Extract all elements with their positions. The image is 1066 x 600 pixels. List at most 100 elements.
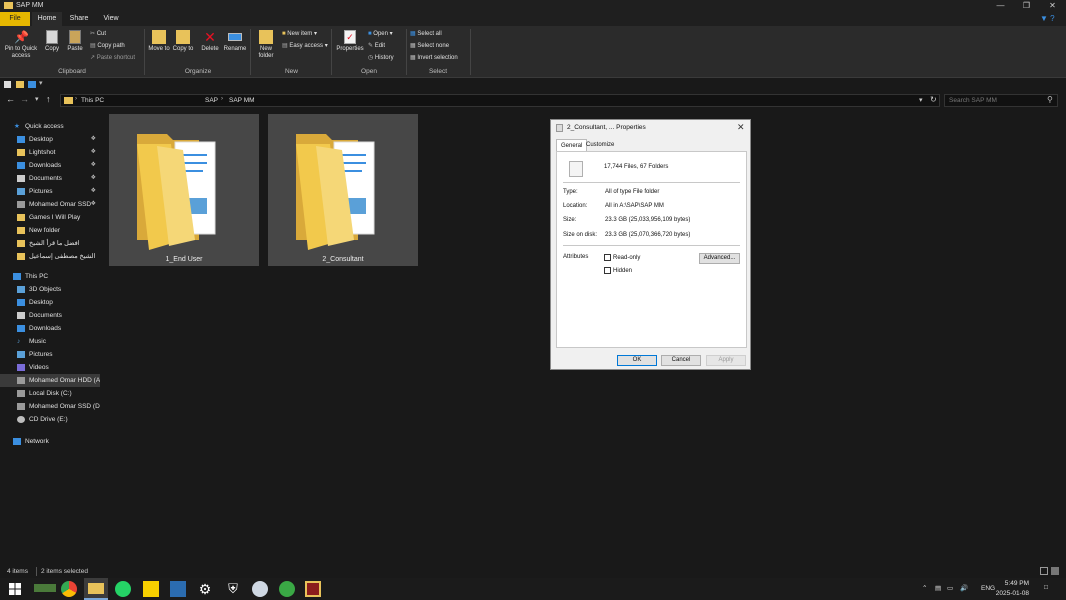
folder-tile-consultant[interactable]: 2_Consultant (268, 114, 418, 266)
details-view-icon[interactable] (1040, 567, 1048, 575)
tab-customize[interactable]: Customize (582, 139, 618, 151)
cut-button[interactable]: ✂ Cut (90, 30, 106, 37)
chevron-up-icon[interactable]: ⌃ (922, 584, 927, 592)
whatsapp-icon[interactable] (115, 581, 131, 597)
network-tray-icon[interactable]: ▤ (935, 584, 941, 592)
breadcrumb-sap-mm[interactable]: SAP MM (229, 97, 255, 104)
copy-button[interactable]: Copy (42, 30, 62, 53)
nav-item-3d-objects[interactable]: 3D Objects (0, 283, 100, 296)
nav-item-pc-pictures[interactable]: Pictures (0, 348, 100, 361)
nav-item-ssd[interactable]: Mohamed Omar SSD ❖ (0, 198, 100, 211)
apply-button[interactable]: Apply (706, 355, 746, 366)
nav-item-pc-documents[interactable]: Documents (0, 309, 100, 322)
advanced-button[interactable]: Advanced... (699, 253, 740, 264)
nav-item-hdd-a[interactable]: Mohamed Omar HDD (A:) (0, 374, 100, 387)
recent-dropdown-icon[interactable]: ▾ (35, 95, 39, 103)
file-explorer-taskbar-button[interactable] (84, 578, 108, 600)
cancel-button[interactable]: Cancel (661, 355, 701, 366)
close-button[interactable]: ✕ (1040, 0, 1065, 12)
document-icon[interactable] (4, 81, 11, 88)
paste-shortcut-button[interactable]: ↗ Paste shortcut (90, 54, 135, 61)
new-folder-button[interactable]: New folder (254, 30, 278, 60)
back-arrow-icon[interactable]: ← (6, 94, 15, 104)
nav-item-pc-desktop[interactable]: Desktop (0, 296, 100, 309)
select-all-button[interactable]: ▦ Select all (410, 30, 442, 37)
hidden-checkbox[interactable] (604, 267, 611, 274)
nav-item-arabic-2[interactable]: الشيخ مصطفى إسماعيل (0, 250, 100, 263)
nav-network[interactable]: Network (0, 435, 100, 448)
pin-to-quick-access-button[interactable]: 📌 Pin to Quick access (2, 30, 40, 60)
copy-path-button[interactable]: ▤ Copy path (90, 42, 125, 49)
battery-icon[interactable]: ▭ (947, 584, 953, 592)
app-icon[interactable] (279, 581, 295, 597)
nav-item-documents[interactable]: Documents ❖ (0, 172, 100, 185)
open-button[interactable]: ■ Open ▾ (368, 30, 393, 37)
nav-item-music[interactable]: ♪ Music (0, 335, 100, 348)
new-item-button[interactable]: ■ New item ▾ (282, 30, 317, 37)
app-icon[interactable] (34, 584, 56, 592)
nav-item-local-disk-c[interactable]: Local Disk (C:) (0, 387, 100, 400)
history-button[interactable]: ◷ History (368, 54, 394, 61)
nav-item-desktop[interactable]: Desktop ❖ (0, 133, 100, 146)
nav-item-new-folder[interactable]: New folder (0, 224, 100, 237)
read-only-checkbox[interactable] (604, 254, 611, 261)
shield-icon[interactable]: ⛨ (225, 581, 241, 597)
nav-item-lightshot[interactable]: Lightshot ❖ (0, 146, 100, 159)
edit-button[interactable]: ✎ Edit (368, 42, 385, 49)
properties-button[interactable]: ✓ Properties (334, 30, 366, 53)
large-icons-view-icon[interactable] (1051, 567, 1059, 575)
volume-icon[interactable]: 🔊 (960, 584, 968, 592)
move-to-button[interactable]: Move to (148, 30, 170, 53)
properties-small-icon[interactable] (28, 81, 36, 88)
tab-view[interactable]: View (96, 12, 126, 26)
copy-to-button[interactable]: Copy to (172, 30, 194, 53)
nav-quick-access[interactable]: ★ Quick access (0, 120, 100, 133)
search-icon[interactable]: ⚲ (1047, 95, 1053, 104)
forward-arrow-icon[interactable]: → (20, 94, 29, 104)
language-indicator[interactable]: ENG (981, 585, 995, 592)
close-icon[interactable]: ✕ (737, 122, 745, 133)
up-arrow-icon[interactable]: ↑ (46, 94, 51, 104)
clock-time[interactable]: 5:49 PM (1003, 580, 1029, 587)
delete-button[interactable]: ✕ Delete (199, 30, 221, 53)
customize-dropdown-icon[interactable]: ▾ (39, 79, 43, 87)
nav-item-downloads[interactable]: Downloads ❖ (0, 159, 100, 172)
refresh-icon[interactable]: ↻ (930, 95, 937, 104)
notifications-icon[interactable]: □ (1044, 584, 1048, 591)
settings-gear-icon[interactable]: ⚙ (197, 581, 213, 597)
nav-item-pictures[interactable]: Pictures ❖ (0, 185, 100, 198)
rename-button[interactable]: Rename (223, 30, 247, 53)
ok-button[interactable]: OK (617, 355, 657, 366)
breadcrumb-sap[interactable]: SAP (205, 97, 218, 104)
easy-access-button[interactable]: ▤ Easy access ▾ (282, 42, 328, 49)
nav-item-pc-downloads[interactable]: Downloads (0, 322, 100, 335)
help-icon[interactable]: ▼ ? (1040, 14, 1058, 24)
clock-date[interactable]: 2025-01-08 (995, 590, 1029, 597)
folder-icon[interactable] (16, 81, 24, 88)
app-icon[interactable] (170, 581, 186, 597)
tab-file[interactable]: File (0, 12, 30, 26)
maximize-button[interactable]: ❐ (1014, 0, 1039, 12)
sticky-notes-icon[interactable] (143, 581, 159, 597)
folder-tile-end-user[interactable]: 1_End User (109, 114, 259, 266)
nav-item-arabic-1[interactable]: افضل ما قرأ الشيخ (0, 237, 100, 250)
nav-item-games[interactable]: Games I Will Play (0, 211, 100, 224)
nav-item-cd-drive-e[interactable]: CD Drive (E:) (0, 413, 100, 426)
app-icon[interactable] (305, 581, 321, 597)
paste-button[interactable]: Paste (64, 30, 86, 53)
nav-item-videos[interactable]: Videos (0, 361, 100, 374)
minimize-button[interactable]: — (988, 0, 1013, 12)
breadcrumb-this-pc[interactable]: This PC (81, 97, 104, 104)
invert-selection-button[interactable]: ▦ Invert selection (410, 54, 458, 61)
windows-start-icon[interactable] (9, 583, 21, 595)
address-field[interactable]: › This PC SAP › SAP MM ▾ ↻ (60, 94, 940, 107)
tab-share[interactable]: Share (64, 12, 94, 26)
select-none-button[interactable]: ▦ Select none (410, 42, 449, 49)
chrome-icon[interactable] (61, 581, 77, 597)
tab-home[interactable]: Home (32, 12, 62, 26)
search-input[interactable]: Search SAP MM (944, 94, 1058, 107)
address-dropdown-icon[interactable]: ▾ (919, 96, 923, 104)
nav-item-ssd-d[interactable]: Mohamed Omar SSD (D:) (0, 400, 100, 413)
app-icon[interactable] (252, 581, 268, 597)
nav-this-pc[interactable]: This PC (0, 270, 100, 283)
